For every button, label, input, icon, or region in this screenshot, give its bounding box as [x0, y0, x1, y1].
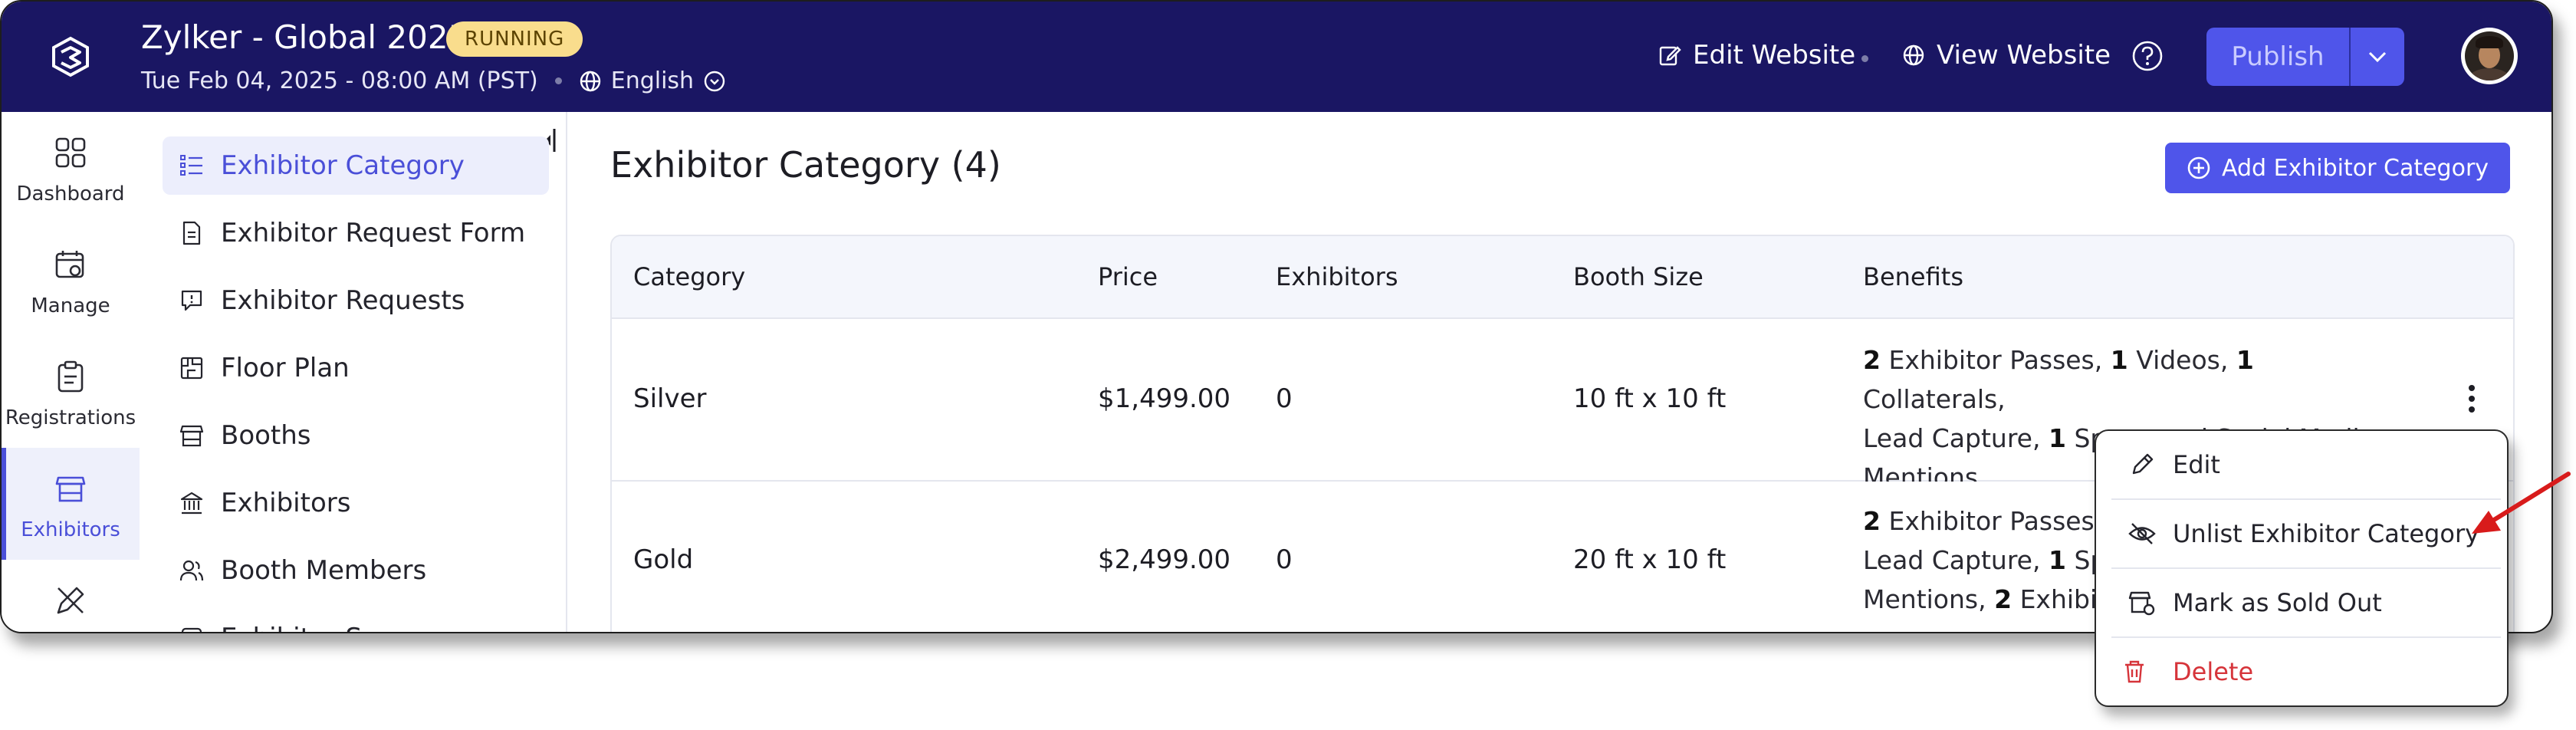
column-header-exhibitors[interactable]: Exhibitors	[1276, 262, 1398, 291]
calendar-gear-icon	[54, 245, 87, 284]
add-exhibitor-category-label: Add Exhibitor Category	[2221, 154, 2489, 182]
separator-dot	[554, 77, 562, 84]
rail-item-exhibitors[interactable]: Exhibitors	[2, 448, 140, 560]
view-website-link[interactable]: View Website	[1901, 40, 2111, 71]
subnav-item-booth-members[interactable]: Booth Members	[163, 541, 549, 600]
app-logo-icon[interactable]	[38, 25, 103, 89]
publish-button-group: Publish	[2206, 28, 2404, 86]
menu-item-label: Delete	[2173, 657, 2254, 686]
menu-item-mark-sold-out[interactable]: Mark as Sold Out	[2111, 569, 2501, 638]
trash-icon	[2096, 659, 2173, 685]
row-actions-menu: Edit Unlist Exhibitor Category Mark as S…	[2095, 429, 2509, 707]
subnav-item-booths[interactable]: Booths	[163, 406, 549, 465]
list-icon	[163, 153, 221, 179]
exhibitors-cell: 0	[1276, 383, 1293, 414]
row-more-options-icon[interactable]	[2456, 376, 2487, 422]
subnav-item-exhibitor-request-form[interactable]: Exhibitor Request Form	[163, 204, 549, 262]
menu-item-edit[interactable]: Edit	[2111, 431, 2501, 500]
edit-website-label: Edit Website	[1693, 40, 1856, 71]
plus-circle-icon	[2187, 156, 2211, 180]
event-title: Zylker - Global 2025	[141, 18, 469, 56]
dashboard-icon	[54, 133, 87, 172]
members-icon	[163, 557, 221, 584]
building-icon	[163, 490, 221, 516]
annotation-arrow-icon	[2472, 472, 2571, 534]
rail-item-dashboard[interactable]: Dashboard	[2, 112, 140, 224]
price-cell: $1,499.00	[1098, 383, 1231, 414]
help-icon[interactable]	[2131, 40, 2164, 72]
column-header-category[interactable]: Category	[633, 262, 745, 291]
publish-button[interactable]: Publish	[2206, 28, 2349, 86]
subnav-item-exhibitor-requests[interactable]: Exhibitor Requests	[163, 271, 549, 330]
subnav-item-label: Booths	[221, 420, 311, 451]
add-exhibitor-category-button[interactable]: Add Exhibitor Category	[2165, 143, 2510, 193]
page-title: Exhibitor Category (4)	[610, 144, 1001, 186]
floor-plan-icon	[163, 355, 221, 381]
chevron-down-icon	[2368, 51, 2387, 63]
menu-item-label: Edit	[2173, 450, 2220, 479]
globe-link-icon	[1901, 43, 1926, 67]
menu-item-unlist[interactable]: Unlist Exhibitor Category	[2111, 500, 2501, 569]
status-badge: RUNNING	[446, 21, 583, 57]
booth-size-cell: 10 ft x 10 ft	[1573, 383, 1727, 414]
view-website-label: View Website	[1937, 40, 2111, 71]
price-cell: $2,499.00	[1098, 544, 1231, 575]
subnav-item-label: Exhibitor Request Form	[221, 218, 526, 248]
rail-item-registrations[interactable]: Registrations	[2, 336, 140, 448]
column-header-benefits: Benefits	[1863, 262, 1963, 291]
exhibitors-subnav: Exhibitor Category Exhibitor Request For…	[141, 112, 567, 632]
form-icon	[163, 220, 221, 246]
subnav-item-exhibitors[interactable]: Exhibitors	[163, 474, 549, 532]
booth-icon	[54, 469, 87, 508]
rail-item-label: Exhibitors	[21, 518, 120, 541]
category-cell: Gold	[633, 544, 694, 575]
rail-item-label: Registrations	[5, 406, 136, 429]
eye-off-icon	[2111, 521, 2173, 547]
top-header: Zylker - Global 2025 RUNNING Tue Feb 04,…	[2, 2, 2551, 112]
subnav-item-label: Exhibitors	[221, 488, 351, 518]
booth-size-cell: 20 ft x 10 ft	[1573, 544, 1727, 575]
edit-website-link[interactable]: Edit Website	[1658, 40, 1855, 71]
booth-icon	[163, 423, 221, 449]
rail-item-manage[interactable]: Manage	[2, 224, 140, 336]
subnav-item-label: Exhibitor S...	[221, 623, 387, 632]
design-tools-icon	[54, 581, 87, 620]
subnav-item-label: Booth Members	[221, 555, 427, 586]
column-header-price[interactable]: Price	[1098, 262, 1158, 291]
clipboard-icon	[54, 357, 87, 396]
rail-item-label: Manage	[31, 294, 110, 317]
language-selector[interactable]: English	[611, 67, 694, 94]
subnav-item-floor-plan[interactable]: Floor Plan	[163, 339, 549, 397]
menu-item-label: Mark as Sold Out	[2173, 588, 2382, 617]
subnav-item-exhibitor-category[interactable]: Exhibitor Category	[163, 136, 549, 195]
publish-options-button[interactable]	[2351, 28, 2404, 86]
subnav-item-label: Exhibitor Requests	[221, 285, 465, 316]
column-header-booth-size[interactable]: Booth Size	[1573, 262, 1704, 291]
event-datetime: Tue Feb 04, 2025 - 08:00 AM (PST)	[141, 67, 538, 94]
menu-item-delete[interactable]: Delete	[2096, 638, 2507, 705]
exhibitors-cell: 0	[1276, 544, 1293, 575]
rail-item-label: Dashboard	[16, 182, 125, 206]
separator-dot	[1861, 55, 1868, 62]
subnav-item-label: Floor Plan	[221, 353, 350, 383]
edit-icon	[1658, 43, 1682, 67]
table-header: Category Price Exhibitors Booth Size Ben…	[612, 236, 2513, 319]
sold-out-icon	[2111, 589, 2173, 617]
globe-icon	[579, 70, 602, 93]
settings-icon	[163, 625, 221, 632]
rail-item-design[interactable]	[2, 560, 140, 632]
subnav-item-exhibitor-settings[interactable]: Exhibitor S...	[163, 609, 549, 632]
subnav-item-label: Exhibitor Category	[221, 150, 465, 181]
chevron-down-icon[interactable]	[703, 70, 726, 93]
event-meta: Tue Feb 04, 2025 - 08:00 AM (PST) Englis…	[141, 67, 726, 94]
user-avatar[interactable]	[2461, 28, 2518, 84]
pencil-icon	[2111, 452, 2173, 478]
module-rail: Dashboard Manage Registrations Exhibitor…	[2, 112, 143, 632]
menu-item-label: Unlist Exhibitor Category	[2173, 519, 2480, 548]
message-icon	[163, 288, 221, 314]
category-cell: Silver	[633, 383, 707, 414]
